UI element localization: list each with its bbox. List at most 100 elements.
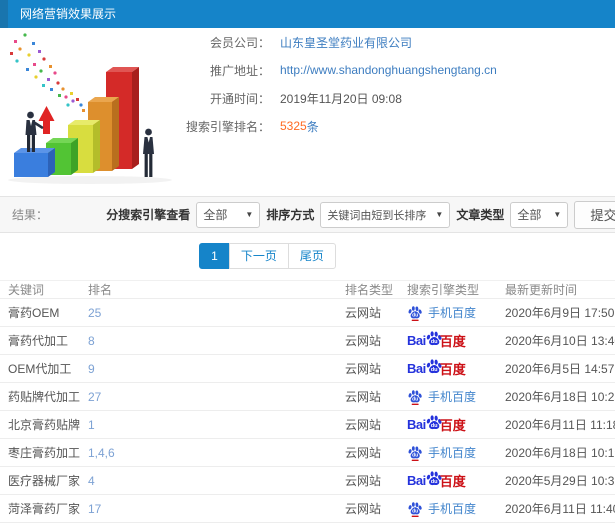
header-rank-type: 排名类型 <box>345 283 394 297</box>
chevron-down-icon: ▼ <box>553 210 562 219</box>
baidu-logo-zh: 百度 <box>439 474 466 489</box>
updated-time-cell: 2020年5月29日 10:32 <box>505 474 615 488</box>
table-body: 膏药OEM 25 云网站 du 手机百度 2020年6月9日 17:50 膏药代加工 8 云… <box>0 299 615 523</box>
sort-selected: 关键词由短到长排序 <box>327 209 427 222</box>
keyword-cell: 菏泽膏药厂家 <box>8 502 81 516</box>
filter-bar: 结果： 分搜索引擎查看 全部 ▼ 排序方式 关键词由短到长排序 ▼ 文章类型 全… <box>0 196 615 233</box>
baidu-logo-zh: 百度 <box>439 418 466 433</box>
article-type-select[interactable]: 全部 ▼ <box>510 201 569 228</box>
engine-type-cell: Bai du 百度 <box>407 330 505 351</box>
baidu-mobile-logo: du 手机百度 <box>407 304 476 321</box>
rank-cell: 4 <box>88 474 345 488</box>
baidu-logo-bai: Bai <box>407 361 426 376</box>
rank-link[interactable]: 27 <box>88 390 101 404</box>
baidu-mobile-label: 手机百度 <box>428 306 477 320</box>
chevron-down-icon: ▼ <box>435 210 444 219</box>
updated-time-cell: 2020年6月9日 17:50 <box>505 306 615 320</box>
baidu-pc-logo: Bai du 百度 <box>407 358 466 379</box>
company-label: 会员公司： <box>209 35 270 50</box>
rank-link[interactable]: 1,4,6 <box>88 446 115 460</box>
company-name-link[interactable]: 山东皇圣堂药业有限公司 <box>280 34 412 51</box>
table-row: 膏药OEM 25 云网站 du 手机百度 2020年6月9日 17:50 <box>0 299 615 327</box>
svg-text:du: du <box>412 312 418 318</box>
baidu-logo-bai: Bai <box>407 473 426 488</box>
baidu-mobile-logo: du 手机百度 <box>407 444 476 461</box>
engine-type-cell: Bai du 百度 <box>407 414 505 435</box>
keyword-cell: 枣庄膏药加工 <box>8 446 81 460</box>
engine-view-label: 分搜索引擎查看 <box>106 208 191 222</box>
rank-type-cell: 云网站 <box>345 334 382 348</box>
table-row: 北京膏药贴牌 1 云网站 Bai du 百度 2020年6月11日 11:18 <box>0 411 615 439</box>
rank-cell: 1,4,6 <box>88 446 345 460</box>
table-row: OEM代加工 9 云网站 Bai du 百度 2020年6月5日 14:57 <box>0 355 615 383</box>
engine-type-cell: du 手机百度 <box>407 388 505 405</box>
keyword-ranking-table: 关键词 排名 排名类型 搜索引擎类型 最新更新时间 膏药OEM 25 云网站 du … <box>0 280 615 523</box>
rank-cell: 17 <box>88 502 345 516</box>
engine-type-cell: du 手机百度 <box>407 500 505 517</box>
baidu-logo-bai: Bai <box>407 333 426 348</box>
svg-text:du: du <box>412 396 418 402</box>
rank-link[interactable]: 9 <box>88 362 95 376</box>
svg-text:du: du <box>430 367 437 373</box>
info-row-rank-count: 搜索引擎排名： 5325 条 <box>178 117 497 135</box>
rank-link[interactable]: 8 <box>88 334 95 348</box>
svg-text:du: du <box>430 479 437 485</box>
keyword-cell: OEM代加工 <box>8 362 72 376</box>
result-label: 结果： <box>12 208 49 222</box>
keyword-cell: 膏药代加工 <box>8 334 69 348</box>
table-row: 枣庄膏药加工 1,4,6 云网站 du 手机百度 2020年6月18日 10:19 <box>0 439 615 467</box>
header-keyword: 关键词 <box>8 283 45 297</box>
keyword-cell: 北京膏药贴牌 <box>8 418 81 432</box>
rank-type-cell: 云网站 <box>345 446 382 460</box>
rank-count-number: 5325 <box>280 119 307 133</box>
sort-label: 排序方式 <box>266 208 315 222</box>
updated-time-cell: 2020年6月18日 10:25 <box>505 390 615 404</box>
table-row: 医疗器械厂家 4 云网站 Bai du 百度 2020年5月29日 10:32 <box>0 467 615 495</box>
baidu-paw-icon: du <box>408 305 422 321</box>
open-time-value: 2019年11月20日 09:08 <box>280 91 402 106</box>
bar-blue <box>14 148 55 177</box>
svg-text:du: du <box>412 508 418 514</box>
engine-type-cell: Bai du 百度 <box>407 358 505 379</box>
baidu-mobile-logo: du 手机百度 <box>407 388 476 405</box>
rank-type-cell: 云网站 <box>345 502 382 516</box>
baidu-paw-icon: du <box>408 501 422 517</box>
engine-view-select[interactable]: 全部 ▼ <box>196 201 261 228</box>
article-type-selected: 全部 <box>517 208 542 222</box>
table-row: 膏药代加工 8 云网站 Bai du 百度 2020年6月10日 13:40 <box>0 327 615 355</box>
businessman-left <box>25 111 44 152</box>
rank-link[interactable]: 4 <box>88 474 95 488</box>
businessman-right <box>143 128 154 177</box>
rank-type-cell: 云网站 <box>345 474 382 488</box>
rank-type-cell: 云网站 <box>345 390 382 404</box>
header-updated: 最新更新时间 <box>505 283 578 297</box>
rank-link[interactable]: 17 <box>88 502 101 516</box>
updated-time-cell: 2020年6月11日 11:40 <box>505 502 615 516</box>
rank-type-cell: 云网站 <box>345 362 382 376</box>
rank-cell: 9 <box>88 362 345 376</box>
open-time-label: 开通时间： <box>209 91 270 106</box>
up-arrow-icon <box>38 106 55 134</box>
sort-select[interactable]: 关键词由短到长排序 ▼ <box>320 201 451 228</box>
header-rank: 排名 <box>88 283 113 297</box>
keyword-cell: 膏药OEM <box>8 306 60 320</box>
growth-chart-illustration <box>2 30 187 188</box>
confetti-dots <box>10 33 85 112</box>
table-row: 药贴牌代加工 27 云网站 du 手机百度 2020年6月18日 10:25 <box>0 383 615 411</box>
updated-time-cell: 2020年6月10日 13:40 <box>505 334 615 348</box>
submit-button[interactable]: 提交 <box>574 200 615 229</box>
rank-link[interactable]: 25 <box>88 306 101 320</box>
page-button-current[interactable]: 1 <box>199 243 230 269</box>
keyword-cell: 医疗器械厂家 <box>8 474 81 488</box>
page-button-next[interactable]: 下一页 <box>228 243 289 269</box>
baidu-pc-logo: Bai du 百度 <box>407 470 466 491</box>
baidu-logo-zh: 百度 <box>439 334 466 349</box>
rank-link[interactable]: 1 <box>88 418 95 432</box>
rank-cell: 1 <box>88 418 345 432</box>
header-accent <box>0 0 8 28</box>
table-header-row: 关键词 排名 排名类型 搜索引擎类型 最新更新时间 <box>0 280 615 299</box>
engine-type-cell: du 手机百度 <box>407 444 505 461</box>
promo-url-link[interactable]: http://www.shandonghuangshengtang.cn <box>280 63 497 77</box>
promo-url-label: 推广地址： <box>209 63 270 78</box>
page-button-last[interactable]: 尾页 <box>287 243 336 269</box>
